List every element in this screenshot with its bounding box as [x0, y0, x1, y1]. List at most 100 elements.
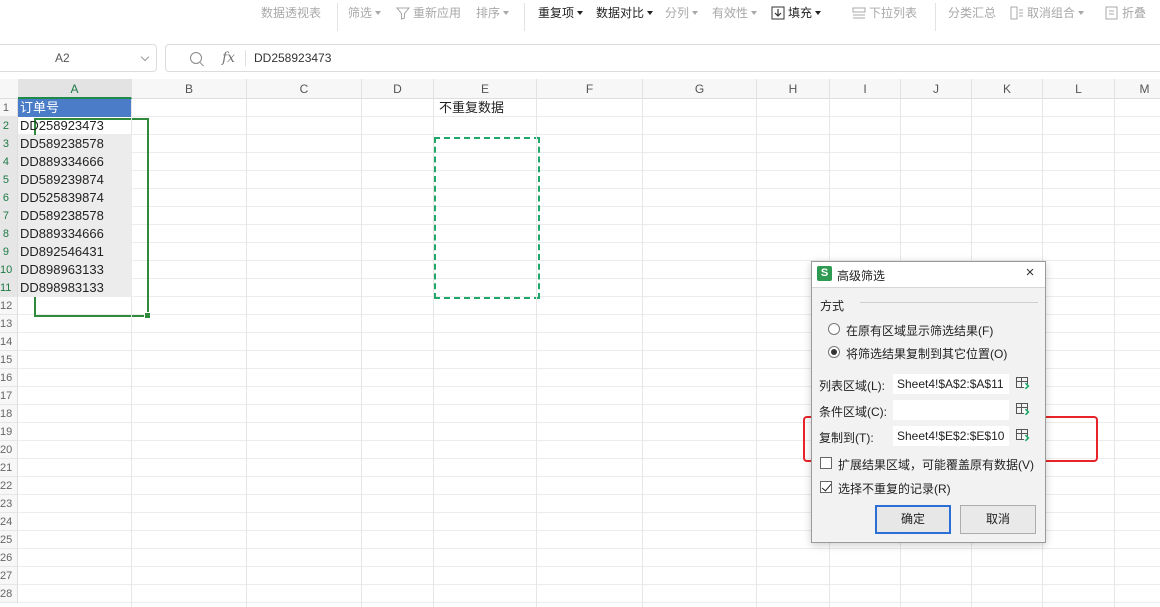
- fold-button[interactable]: 折叠: [1105, 5, 1146, 21]
- radio-copy-elsewhere-label[interactable]: 将筛选结果复制到其它位置(O): [846, 345, 1007, 362]
- range-picker-icon[interactable]: [1016, 403, 1030, 417]
- zoom-icon[interactable]: [190, 52, 202, 64]
- radio-in-place[interactable]: [828, 323, 840, 335]
- row-header-7[interactable]: 7: [0, 207, 18, 225]
- row-header-22[interactable]: 22: [0, 477, 18, 495]
- cell-a10[interactable]: DD898963133: [18, 261, 132, 279]
- column-header-f[interactable]: F: [537, 79, 643, 99]
- row-header-1[interactable]: 1: [0, 99, 18, 117]
- cell-a5[interactable]: DD589239874: [18, 171, 132, 189]
- ungroup-button[interactable]: 取消组合: [1010, 5, 1085, 21]
- row-header-2[interactable]: 2: [0, 117, 18, 135]
- split-columns-label: 分列: [665, 6, 690, 20]
- criteria-range-input[interactable]: [893, 400, 1009, 420]
- column-header-a[interactable]: A: [18, 79, 132, 99]
- row-header-25[interactable]: 25: [0, 531, 18, 549]
- ok-button[interactable]: 确定: [875, 505, 951, 534]
- fill-button[interactable]: 填充: [771, 5, 822, 21]
- duplicates-button[interactable]: 重复项: [538, 5, 584, 21]
- ungroup-icon: [1010, 6, 1024, 20]
- row-header-4[interactable]: 4: [0, 153, 18, 171]
- row-header-5[interactable]: 5: [0, 171, 18, 189]
- row-header-12[interactable]: 12: [0, 297, 18, 315]
- grid-row-line: [18, 602, 1160, 603]
- row-header-27[interactable]: 27: [0, 567, 18, 585]
- row-header-10[interactable]: 10: [0, 261, 18, 279]
- grid-row-line: [18, 116, 1160, 117]
- cancel-button[interactable]: 取消: [960, 505, 1036, 534]
- expand-results-checkbox[interactable]: [820, 457, 832, 469]
- column-header-c[interactable]: C: [247, 79, 362, 99]
- column-header-e[interactable]: E: [434, 79, 537, 99]
- row-header-15[interactable]: 15: [0, 351, 18, 369]
- list-range-label: 列表区域(L):: [819, 379, 886, 393]
- expand-results-label[interactable]: 扩展结果区域，可能覆盖原有数据(V): [838, 456, 1034, 473]
- row-header-3[interactable]: 3: [0, 135, 18, 153]
- toolbar-divider: [337, 3, 338, 31]
- cell-a8[interactable]: DD889334666: [18, 225, 132, 243]
- dropdown-list-button[interactable]: 下拉列表: [852, 5, 917, 21]
- column-header-i[interactable]: I: [830, 79, 901, 99]
- column-header-g[interactable]: G: [643, 79, 757, 99]
- column-header-l[interactable]: L: [1043, 79, 1115, 99]
- row-header-6[interactable]: 6: [0, 189, 18, 207]
- name-box[interactable]: A2: [0, 44, 157, 72]
- row-header-11[interactable]: 11: [0, 279, 18, 297]
- filter-button[interactable]: 筛选: [348, 5, 382, 21]
- unique-records-label[interactable]: 选择不重复的记录(R): [838, 480, 951, 497]
- split-columns-button[interactable]: 分列: [665, 5, 699, 21]
- cell-e1[interactable]: 不重复数据: [437, 99, 557, 117]
- radio-copy-elsewhere[interactable]: [828, 346, 840, 358]
- compare-button[interactable]: 数据对比: [596, 5, 654, 21]
- validity-button[interactable]: 有效性: [712, 5, 758, 21]
- copy-target-marquee: [434, 137, 540, 299]
- column-header-d[interactable]: D: [362, 79, 434, 99]
- row-header-26[interactable]: 26: [0, 549, 18, 567]
- chevron-down-icon[interactable]: [140, 52, 150, 62]
- row-header-17[interactable]: 17: [0, 387, 18, 405]
- row-header-9[interactable]: 9: [0, 243, 18, 261]
- cell-a6[interactable]: DD525839874: [18, 189, 132, 207]
- cell-a1[interactable]: 订单号: [18, 99, 132, 117]
- pivot-table-button[interactable]: 数据透视表: [261, 5, 321, 21]
- cell-a11[interactable]: DD898983133: [18, 279, 132, 297]
- row-header-16[interactable]: 16: [0, 369, 18, 387]
- cell-a4[interactable]: DD889334666: [18, 153, 132, 171]
- range-picker-icon[interactable]: [1016, 429, 1030, 443]
- cell-a7[interactable]: DD589238578: [18, 207, 132, 225]
- row-header-19[interactable]: 19: [0, 423, 18, 441]
- column-header-k[interactable]: K: [972, 79, 1043, 99]
- list-range-input[interactable]: Sheet4!$A$2:$A$11: [893, 374, 1009, 394]
- subtotal-label: 分类汇总: [948, 6, 997, 20]
- grid-row-line: [18, 170, 1160, 171]
- close-icon[interactable]: ×: [1023, 265, 1037, 280]
- row-header-18[interactable]: 18: [0, 405, 18, 423]
- cell-a9[interactable]: DD892546431: [18, 243, 132, 261]
- mode-group-label: 方式: [820, 299, 845, 313]
- sort-button[interactable]: 排序: [476, 5, 510, 21]
- row-header-13[interactable]: 13: [0, 315, 18, 333]
- row-header-8[interactable]: 8: [0, 225, 18, 243]
- reapply-button[interactable]: 重新应用: [395, 5, 461, 21]
- dialog-titlebar[interactable]: S 高级筛选 ×: [812, 262, 1045, 287]
- row-header-28[interactable]: 28: [0, 585, 18, 603]
- radio-in-place-label[interactable]: 在原有区域显示筛选结果(F): [846, 322, 993, 339]
- column-header-m[interactable]: M: [1115, 79, 1160, 99]
- row-header-14[interactable]: 14: [0, 333, 18, 351]
- cell-a2[interactable]: DD258923473: [18, 117, 132, 135]
- range-picker-icon[interactable]: [1016, 377, 1030, 391]
- row-header-20[interactable]: 20: [0, 441, 18, 459]
- column-header-b[interactable]: B: [132, 79, 247, 99]
- row-header-23[interactable]: 23: [0, 495, 18, 513]
- column-header-j[interactable]: J: [901, 79, 972, 99]
- cell-a3[interactable]: DD589238578: [18, 135, 132, 153]
- formula-input[interactable]: fx DD258923473: [165, 44, 1160, 72]
- unique-records-checkbox[interactable]: [820, 481, 832, 493]
- dialog-body: 方式 在原有区域显示筛选结果(F) 将筛选结果复制到其它位置(O) 列表区域(L…: [812, 287, 1045, 542]
- copy-to-input[interactable]: Sheet4!$E$2:$E$10: [893, 426, 1009, 446]
- subtotal-button[interactable]: 分类汇总: [948, 5, 996, 21]
- column-header-h[interactable]: H: [757, 79, 830, 99]
- row-header-21[interactable]: 21: [0, 459, 18, 477]
- row-header-24[interactable]: 24: [0, 513, 18, 531]
- function-icon[interactable]: fx: [222, 50, 235, 66]
